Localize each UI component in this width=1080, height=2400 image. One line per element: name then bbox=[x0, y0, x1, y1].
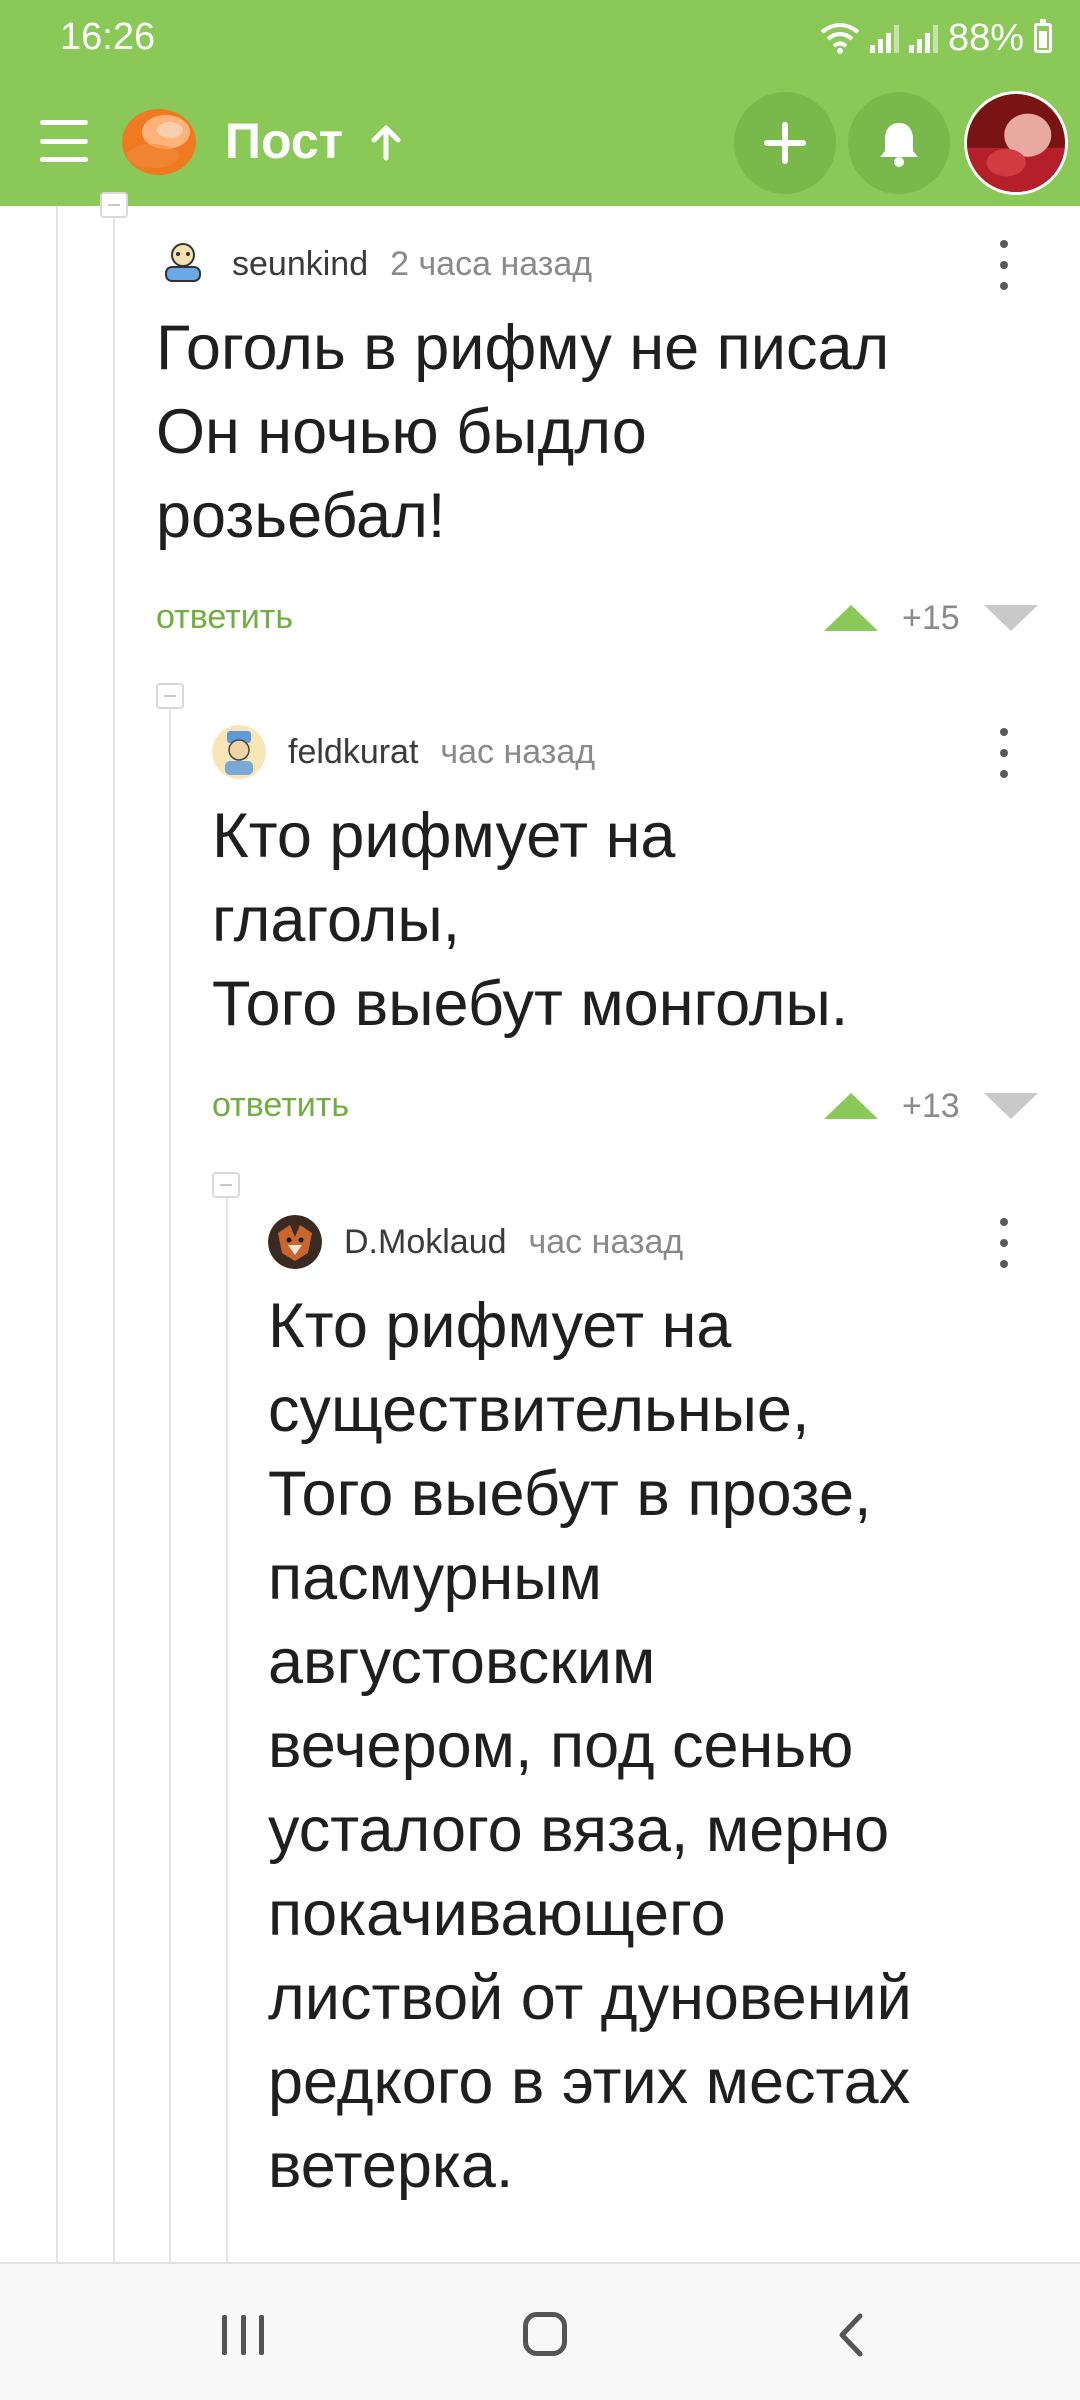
username[interactable]: seunkind bbox=[232, 245, 368, 284]
battery-percent: 88% bbox=[947, 16, 1024, 59]
avatar[interactable] bbox=[212, 725, 266, 779]
more-options-icon[interactable] bbox=[994, 1218, 1014, 1268]
comment: feldkurat час назад Кто рифмует на глаго… bbox=[212, 722, 1056, 1142]
home-icon[interactable] bbox=[523, 2312, 567, 2356]
status-icons: 88% bbox=[820, 16, 1052, 60]
recent-apps-icon[interactable] bbox=[222, 2315, 264, 2355]
system-nav-bar bbox=[0, 2262, 1080, 2400]
comment-header: seunkind 2 часа назад bbox=[156, 234, 592, 294]
downvote-icon[interactable] bbox=[983, 1093, 1038, 1119]
battery-icon bbox=[1034, 19, 1052, 53]
add-post-button[interactable] bbox=[734, 92, 836, 194]
vote-count: +13 bbox=[902, 1086, 960, 1125]
comment-header: feldkurat час назад bbox=[212, 722, 595, 782]
menu-icon[interactable] bbox=[40, 120, 88, 162]
downvote-icon[interactable] bbox=[983, 605, 1038, 631]
sort-up-arrow-icon[interactable] bbox=[366, 122, 406, 162]
app-header: 16:26 88% Пост bbox=[0, 0, 1080, 206]
signal-icon bbox=[908, 23, 938, 53]
collapse-thread-button[interactable] bbox=[212, 1172, 240, 1198]
comment: seunkind 2 часа назад Гоголь в рифму не … bbox=[156, 234, 1056, 654]
avatar[interactable] bbox=[268, 1215, 322, 1269]
timestamp: 2 часа назад bbox=[390, 244, 593, 283]
reply-link[interactable]: ответить bbox=[156, 598, 293, 637]
status-time: 16:26 bbox=[60, 16, 156, 58]
upvote-icon[interactable] bbox=[824, 605, 878, 631]
thread-line bbox=[226, 1186, 228, 2262]
plus-icon bbox=[764, 122, 806, 164]
username[interactable]: D.Moklaud bbox=[344, 1223, 507, 1262]
vote-count: +15 bbox=[902, 598, 960, 637]
back-icon[interactable] bbox=[830, 2310, 870, 2360]
timestamp: час назад bbox=[440, 732, 596, 771]
timestamp: час назад bbox=[528, 1222, 684, 1261]
logo-icon[interactable] bbox=[120, 104, 198, 176]
bell-icon bbox=[880, 123, 918, 167]
page-title: Пост bbox=[225, 113, 344, 169]
comment: D.Moklaud час назад Кто рифмует на сущес… bbox=[268, 1212, 1056, 2262]
comment-text: Гоголь в рифму не писал Он ночью быдло р… bbox=[156, 313, 890, 551]
vote-controls: +13 bbox=[824, 1086, 1038, 1126]
thread-line bbox=[56, 206, 58, 2262]
signal-icon bbox=[869, 23, 899, 53]
user-avatar[interactable] bbox=[964, 91, 1068, 195]
collapse-thread-button[interactable] bbox=[100, 192, 128, 218]
collapse-thread-button[interactable] bbox=[156, 683, 184, 709]
more-options-icon[interactable] bbox=[994, 728, 1014, 778]
vote-controls: +15 bbox=[824, 598, 1038, 638]
username[interactable]: feldkurat bbox=[288, 733, 418, 772]
wifi-icon bbox=[820, 23, 860, 54]
upvote-icon[interactable] bbox=[824, 1093, 878, 1119]
reply-link[interactable]: ответить bbox=[212, 1086, 349, 1125]
avatar[interactable] bbox=[156, 237, 210, 291]
comment-text: Кто рифмует на глаголы, Того выебут монг… bbox=[212, 801, 849, 1039]
thread-line bbox=[169, 696, 171, 2262]
comment-text: Кто рифмует на существительные, Того вые… bbox=[268, 1291, 912, 2201]
thread-line bbox=[113, 206, 115, 2262]
more-options-icon[interactable] bbox=[994, 240, 1014, 290]
comment-header: D.Moklaud час назад bbox=[268, 1212, 683, 1272]
notifications-button[interactable] bbox=[848, 92, 950, 194]
